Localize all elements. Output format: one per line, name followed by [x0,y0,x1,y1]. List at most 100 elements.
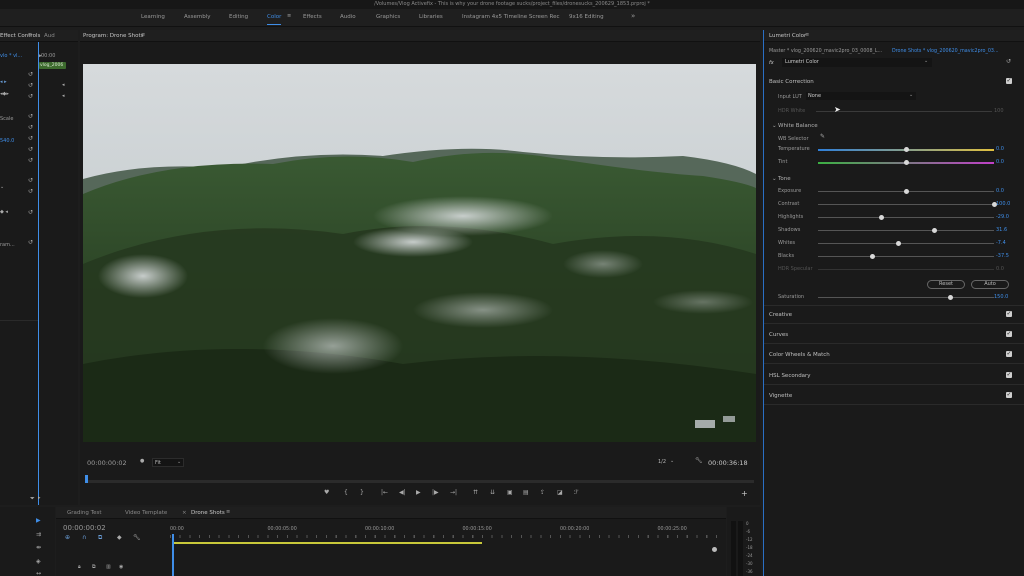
reset-icon[interactable]: ↺ [28,240,33,246]
chevron-down-icon[interactable]: ⌄ [670,459,674,464]
basic-correction-checkbox[interactable] [1006,77,1012,84]
section-tone[interactable]: Tone [778,176,791,182]
keyframe-arrow-icon[interactable]: ◂ [62,83,65,88]
tint-value[interactable]: 0.0 [996,159,1004,165]
tone-toggle-icon[interactable]: ⌄ [772,176,777,182]
shadows-value[interactable]: 31.6 [996,227,1007,233]
reset-icon[interactable]: ↺ [28,136,33,142]
add-marker-icon[interactable]: ◆ [117,535,122,541]
timeline-close-icon[interactable]: × [182,510,187,516]
tab-lumetri-color[interactable]: Lumetri Color [769,33,806,39]
workspace-tab-assembly[interactable]: Assembly [184,14,211,20]
reset-icon[interactable]: ↺ [28,94,33,100]
linked-selection-icon[interactable]: ⧉ [98,535,102,541]
vr-video-icon[interactable]: ℱ [574,490,579,496]
workspace-tab-audio[interactable]: Audio [340,14,356,20]
play-icon[interactable]: ▶ [416,490,421,496]
temperature-slider[interactable] [818,147,994,152]
timeline-ruler[interactable]: 00:00 00:00:05:00 00:00:10:00 00:00:15:00 00… [170,527,718,541]
hsl-secondary-checkbox[interactable] [1006,371,1012,378]
mark-in-icon[interactable]: { [344,490,348,496]
step-back-icon[interactable]: ◀| [399,490,406,496]
whites-slider-knob[interactable] [896,241,902,246]
ec-scale-value[interactable]: 540.0 [0,138,14,144]
curves-checkbox[interactable] [1006,330,1012,337]
panel-menu-icon[interactable]: ≡ [141,33,145,38]
reset-icon[interactable]: ↺ [28,72,33,78]
track-select-tool-icon[interactable]: ⇉ [36,532,41,538]
timeline-tab-drone-shots[interactable]: Drone Shots [191,510,225,516]
filter-icon[interactable]: ⏷ [30,496,35,502]
ec-arrow-icon[interactable]: ▸ [38,496,41,501]
effect-select-dropdown[interactable]: Lumetri Color ⌄ [782,58,932,67]
input-lut-dropdown[interactable]: None ⌄ [806,92,916,100]
fit-dropdown[interactable]: Fit ⌄ [152,458,184,467]
reset-effect-icon[interactable]: ↺ [1006,59,1011,65]
workspace-tab-graphics[interactable]: Graphics [376,14,400,20]
fx-badge[interactable]: fx [769,60,774,66]
program-monitor-title[interactable]: Program: Drone Shots [83,33,144,39]
contrast-slider[interactable] [818,202,997,207]
reset-icon[interactable]: ↺ [28,83,33,89]
whites-value[interactable]: -7.4 [996,240,1006,246]
export-frame-icon[interactable]: ⇪ [540,490,545,496]
nest-icon[interactable]: ⊕ [65,535,70,541]
color-wheels-checkbox[interactable] [1006,350,1012,357]
timeline-scroll-handle[interactable] [712,547,717,552]
track-output-icon[interactable]: ▥ [106,565,111,570]
blacks-value[interactable]: -37.5 [996,253,1009,259]
track-sync-icon[interactable]: ⧉ [92,565,96,570]
eyedropper-icon[interactable]: ✎ [820,134,825,140]
camera-icon[interactable]: ▣ [507,490,513,496]
ec-clip-bar[interactable]: vlog_2006 [39,62,66,69]
contrast-value[interactable]: 100.0 [996,201,1010,207]
ec-value-icon[interactable]: ◂ ▸ [0,80,7,85]
highlights-value[interactable]: -29.0 [996,214,1009,220]
reset-icon[interactable]: ↺ [28,189,33,195]
ec-collapse-icon[interactable]: ⌄ [0,185,4,190]
add-marker-icon[interactable]: ♥︎ [324,490,329,496]
saturation-slider[interactable] [818,295,994,300]
extract-icon[interactable]: ⇊ [490,490,495,496]
workspace-tab-libraries[interactable]: Libraries [419,14,443,20]
work-area-bar[interactable] [172,542,482,544]
video-frame[interactable] [83,64,756,442]
go-to-out-icon[interactable]: →| [450,490,457,496]
whites-slider[interactable] [818,241,994,246]
lift-icon[interactable]: ⇈ [473,490,478,496]
snap-icon[interactable]: ∩ [82,535,86,541]
section-basic-correction[interactable]: Basic Correction [769,79,814,85]
track-eye-icon[interactable]: ◉ [119,565,123,570]
timeline-settings-icon[interactable]: 🔧︎ [133,535,141,541]
reset-icon[interactable]: ↺ [28,114,33,120]
panel-menu-icon[interactable]: ≡ [226,510,230,515]
highlights-slider[interactable] [818,215,994,220]
exposure-value[interactable]: 0.0 [996,188,1004,194]
tab-effect-controls[interactable]: Effect Controls [0,33,40,39]
temperature-value[interactable]: 0.0 [996,146,1004,152]
blacks-slider-knob[interactable] [870,254,876,259]
exposure-slider-knob[interactable] [903,189,909,194]
reset-icon[interactable]: ↺ [28,125,33,131]
vignette-checkbox[interactable] [1006,391,1012,398]
program-current-timecode[interactable]: 00:00:00:02 [87,459,127,467]
workspace-tab-9x16[interactable]: 9x16 Editing [569,14,604,20]
timeline-playhead[interactable] [172,534,174,576]
panel-menu-icon[interactable]: ≡ [28,33,32,38]
white-balance-toggle-icon[interactable]: ⌄ [772,123,777,129]
section-curves[interactable]: Curves [769,332,788,338]
workspace-more-icon[interactable]: » [631,12,635,20]
mark-out-icon[interactable]: } [360,490,364,496]
sequence-clip-label[interactable]: Drone Shots * vlog_200620_mavic2pro_03..… [892,49,999,54]
saturation-slider-knob[interactable] [947,295,953,300]
shadows-slider-knob[interactable] [931,228,937,233]
program-scrub-bar[interactable] [85,480,754,483]
reset-icon[interactable]: ↺ [28,147,33,153]
workspace-tab-instagram[interactable]: Instagram 4x5 Timeline Screen Rec [462,14,560,20]
temperature-slider-knob[interactable] [903,147,909,152]
section-hsl-secondary[interactable]: HSL Secondary [769,373,811,379]
button-editor-plus-icon[interactable]: + [741,490,748,498]
slip-tool-icon[interactable]: ↔ [36,571,41,576]
auto-button[interactable]: Auto [971,280,1009,289]
timeline-tab-video-template[interactable]: Video Template [125,510,167,516]
